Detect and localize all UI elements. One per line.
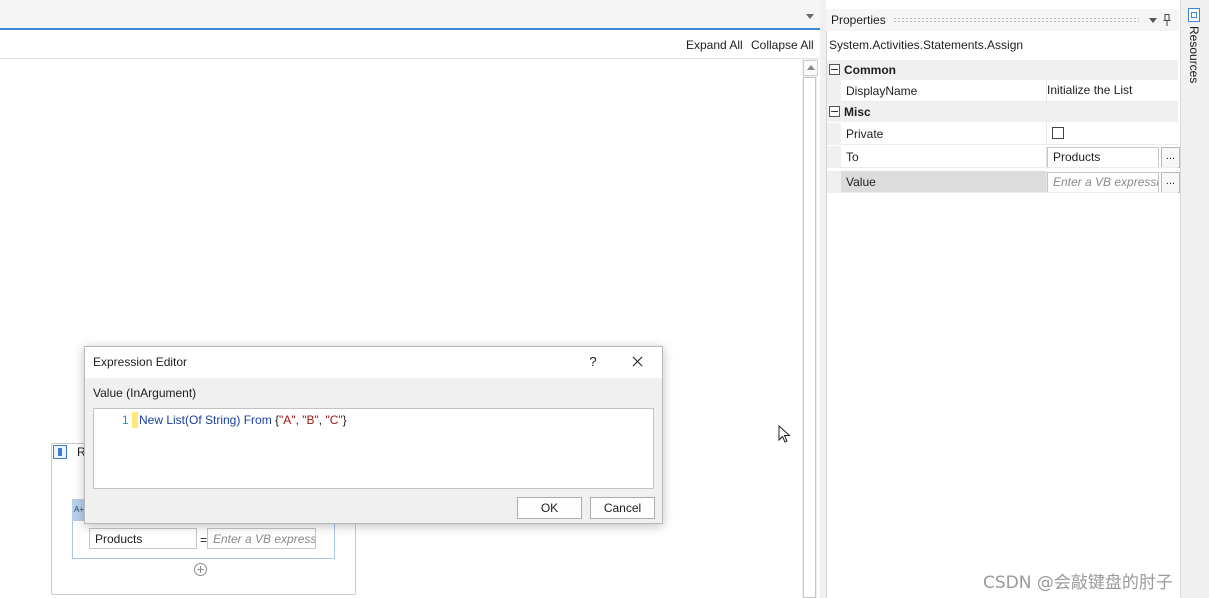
expand-all-link[interactable]: Expand All bbox=[686, 38, 743, 52]
line-number: 1 bbox=[122, 413, 129, 427]
code-keyword: New List(Of String) From bbox=[139, 413, 276, 427]
code-string-c: "C" bbox=[325, 413, 343, 427]
assign-to-input[interactable]: Products bbox=[89, 528, 197, 549]
designer-tab-strip bbox=[0, 0, 820, 30]
to-browse-button[interactable]: ... bbox=[1161, 147, 1180, 168]
expression-editor-dialog: Expression Editor ? Value (InArgument) 1… bbox=[84, 346, 663, 524]
help-button[interactable]: ? bbox=[581, 352, 605, 372]
dialog-titlebar[interactable]: Expression Editor ? bbox=[85, 347, 662, 378]
panel-drag-grip[interactable] bbox=[893, 17, 1139, 22]
code-line[interactable]: New List(Of String) From {"A", "B", "C"} bbox=[139, 413, 347, 427]
resources-icon[interactable] bbox=[1188, 8, 1200, 22]
code-string-b: "B" bbox=[302, 413, 319, 427]
category-label: Common bbox=[844, 63, 896, 77]
properties-title: Properties bbox=[831, 13, 886, 27]
cancel-button[interactable]: Cancel bbox=[590, 497, 655, 519]
add-activity-icon[interactable] bbox=[194, 563, 207, 576]
activity-type-name: System.Activities.Statements.Assign bbox=[829, 38, 1024, 52]
mouse-pointer-icon bbox=[778, 425, 791, 443]
row-gutter bbox=[827, 123, 841, 145]
row-divider bbox=[841, 192, 1178, 193]
code-brace-close: } bbox=[342, 413, 347, 427]
value-browse-button[interactable]: ... bbox=[1161, 172, 1180, 193]
property-name: Value bbox=[846, 175, 876, 189]
resources-tab[interactable]: Resources bbox=[1187, 26, 1201, 83]
row-gutter bbox=[827, 80, 841, 102]
property-row-private[interactable]: Private bbox=[827, 123, 1178, 145]
property-value-cell[interactable]: Initialize the List bbox=[1046, 80, 1178, 102]
displayname-value[interactable]: Initialize the List bbox=[1047, 83, 1132, 97]
sequence-icon bbox=[53, 445, 67, 459]
dialog-title: Expression Editor bbox=[93, 355, 188, 369]
property-value-cell[interactable] bbox=[1046, 123, 1178, 145]
code-string-a: "A" bbox=[279, 413, 296, 427]
row-gutter bbox=[827, 171, 841, 193]
watermark: CSDN @会敲键盘的肘子 bbox=[983, 573, 1173, 593]
property-row-displayname[interactable]: DisplayName Initialize the List bbox=[827, 80, 1178, 102]
argument-label: Value (InArgument) bbox=[93, 386, 197, 400]
row-divider bbox=[841, 167, 1178, 168]
changed-line-marker bbox=[132, 412, 138, 428]
collapse-all-link[interactable]: Collapse All bbox=[751, 38, 814, 52]
property-name: DisplayName bbox=[846, 84, 918, 98]
pin-icon[interactable] bbox=[1163, 14, 1171, 26]
scrollbar-thumb[interactable] bbox=[803, 77, 816, 598]
chevron-down-icon[interactable] bbox=[806, 14, 814, 19]
category-misc[interactable]: Misc bbox=[827, 102, 1178, 122]
to-input[interactable]: Products bbox=[1047, 147, 1159, 168]
ok-button[interactable]: OK bbox=[517, 497, 582, 519]
assign-equals-sign: = bbox=[200, 533, 208, 547]
property-row-value[interactable]: Value Enter a VB expressio ... bbox=[827, 171, 1180, 193]
private-checkbox[interactable] bbox=[1052, 127, 1064, 139]
value-input[interactable]: Enter a VB expressio bbox=[1047, 172, 1159, 193]
row-divider bbox=[841, 144, 1178, 145]
designer-toolbar: Expand All Collapse All bbox=[0, 30, 820, 59]
expression-code-editor[interactable]: 1 New List(Of String) From {"A", "B", "C… bbox=[93, 408, 654, 489]
category-common[interactable]: Common bbox=[827, 60, 1178, 80]
property-name: To bbox=[846, 150, 859, 164]
chevron-down-icon[interactable] bbox=[1149, 18, 1157, 23]
scroll-up-button[interactable] bbox=[803, 60, 818, 76]
property-value-cell[interactable]: Products ... bbox=[1046, 146, 1180, 168]
property-value-cell[interactable]: Enter a VB expressio ... bbox=[1046, 171, 1180, 193]
collapse-icon[interactable] bbox=[829, 106, 840, 117]
row-gutter bbox=[827, 146, 841, 168]
property-name: Private bbox=[846, 127, 884, 141]
side-tab-strip bbox=[1180, 0, 1209, 598]
close-icon[interactable] bbox=[625, 351, 649, 373]
collapse-icon[interactable] bbox=[829, 64, 840, 75]
category-label: Misc bbox=[844, 105, 871, 119]
assign-value-input[interactable]: Enter a VB expressi bbox=[207, 528, 316, 549]
property-row-to[interactable]: To Products ... bbox=[827, 146, 1180, 168]
